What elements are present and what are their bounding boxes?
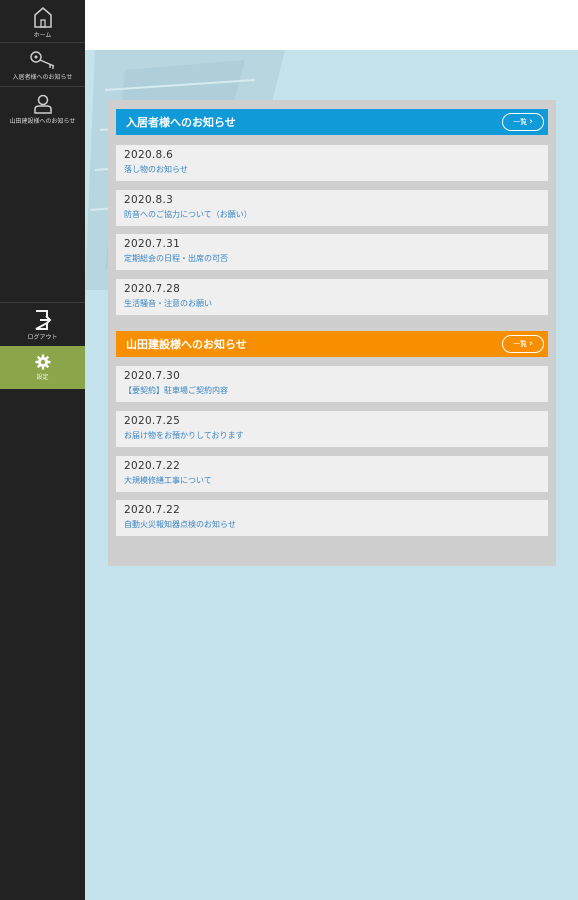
notice-title[interactable]: 生活騒音・注意のお願い bbox=[124, 298, 540, 310]
sidebar-item-label: ログアウト bbox=[27, 333, 58, 341]
sidebar-item-label: 設定 bbox=[36, 374, 49, 381]
home-icon bbox=[33, 6, 53, 28]
sidebar-item-label: ホーム bbox=[33, 31, 52, 39]
sidebar-item-label: 山田建設様へのお知らせ bbox=[9, 117, 76, 125]
list-item[interactable]: 2020.8.6 落し物のお知らせ bbox=[116, 145, 548, 181]
notice-title[interactable]: 自動火災報知器点検のお知らせ bbox=[124, 519, 540, 531]
notice-title[interactable]: 防音へのご協力について（お願い） bbox=[124, 209, 540, 221]
sidebar-item-resident-notices[interactable]: 入居者様へのお知らせ bbox=[0, 47, 85, 83]
notice-title[interactable]: 【要契約】駐車場ご契約内容 bbox=[124, 385, 540, 397]
list-item[interactable]: 2020.7.30 【要契約】駐車場ご契約内容 bbox=[116, 366, 548, 402]
notice-date: 2020.8.6 bbox=[124, 149, 174, 161]
sidebar-item-settings[interactable]: 設定 bbox=[0, 346, 85, 389]
notice-date: 2020.7.22 bbox=[124, 460, 181, 472]
notice-title[interactable]: 大規模修繕工事について bbox=[124, 475, 540, 487]
notice-date: 2020.7.22 bbox=[124, 504, 181, 516]
view-all-label: 一覧 bbox=[513, 340, 528, 348]
section-header-resident: 入居者様へのお知らせ 一覧 › bbox=[116, 109, 548, 135]
chevron-right-icon: › bbox=[529, 339, 533, 349]
notice-date: 2020.8.3 bbox=[124, 194, 174, 206]
view-all-button[interactable]: 一覧 › bbox=[502, 335, 544, 353]
notice-date: 2020.7.30 bbox=[124, 370, 181, 382]
notice-title[interactable]: 落し物のお知らせ bbox=[124, 164, 540, 176]
list-item[interactable]: 2020.7.28 生活騒音・注意のお願い bbox=[116, 279, 548, 315]
sidebar-item-label: 入居者様へのお知らせ bbox=[12, 73, 73, 81]
list-item[interactable]: 2020.7.22 大規模修繕工事について bbox=[116, 456, 548, 492]
list-item[interactable]: 2020.7.25 お届け物をお預かりしております bbox=[116, 411, 548, 447]
section-title: 山田建設様へのお知らせ bbox=[126, 338, 247, 351]
view-all-button[interactable]: 一覧 › bbox=[502, 113, 544, 131]
sidebar-item-logout[interactable]: ログアウト bbox=[0, 306, 85, 344]
gear-icon bbox=[35, 354, 51, 370]
divider bbox=[0, 42, 85, 43]
sidebar-item-company-notices[interactable]: 山田建設様へのお知らせ bbox=[0, 90, 85, 128]
logout-icon bbox=[34, 309, 52, 330]
notice-title[interactable]: 定期総会の日程・出席の可否 bbox=[124, 253, 540, 265]
list-item[interactable]: 2020.7.22 自動火災報知器点検のお知らせ bbox=[116, 500, 548, 536]
notices-panel: 入居者様へのお知らせ 一覧 › 2020.8.6 落し物のお知らせ 2020.8.… bbox=[108, 100, 556, 566]
divider bbox=[0, 302, 85, 303]
sidebar: ホーム 入居者様へのお知らせ 山田建設様へのお知らせ ログアウト 設定 bbox=[0, 0, 85, 900]
sidebar-item-home[interactable]: ホーム bbox=[0, 4, 85, 40]
notice-date: 2020.7.25 bbox=[124, 415, 181, 427]
keys-icon bbox=[29, 50, 57, 70]
divider bbox=[0, 86, 85, 87]
section-header-company: 山田建設様へのお知らせ 一覧 › bbox=[116, 331, 548, 357]
list-item[interactable]: 2020.8.3 防音へのご協力について（お願い） bbox=[116, 190, 548, 226]
list-item[interactable]: 2020.7.31 定期総会の日程・出席の可否 bbox=[116, 234, 548, 270]
section-title: 入居者様へのお知らせ bbox=[126, 116, 236, 129]
chevron-right-icon: › bbox=[529, 117, 533, 127]
notice-date: 2020.7.28 bbox=[124, 283, 181, 295]
person-icon bbox=[33, 94, 53, 114]
header-bar bbox=[85, 0, 578, 50]
notice-date: 2020.7.31 bbox=[124, 238, 181, 250]
view-all-label: 一覧 bbox=[513, 118, 528, 126]
notice-title[interactable]: お届け物をお預かりしております bbox=[124, 430, 540, 442]
